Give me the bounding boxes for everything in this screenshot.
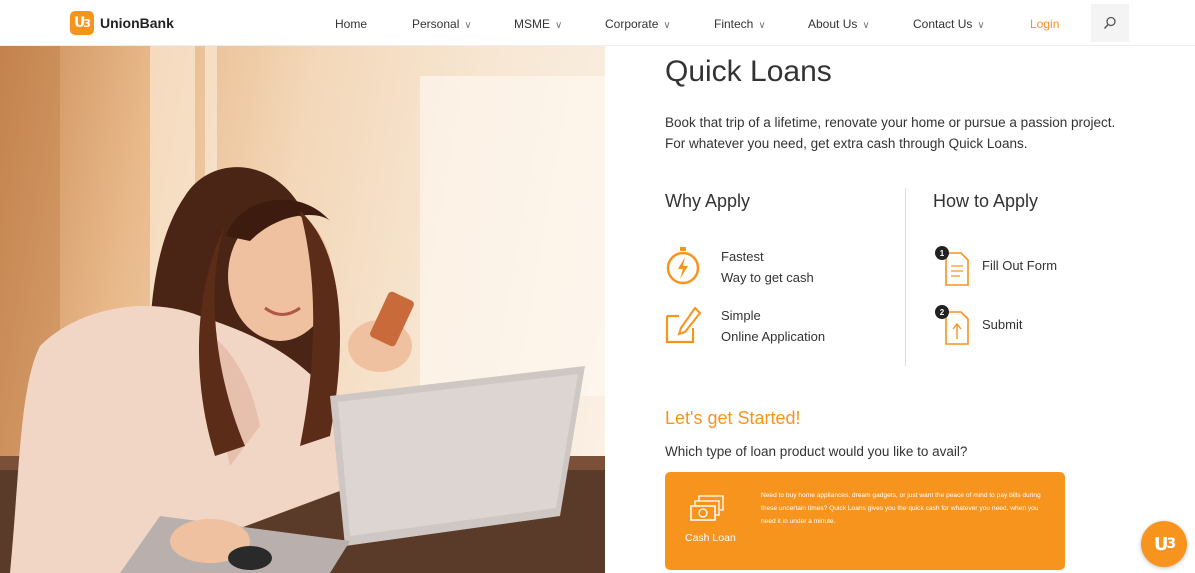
nav-personal-label: Personal (412, 17, 460, 31)
search-icon (1103, 16, 1116, 29)
how-to-apply-heading: How to Apply (933, 191, 1039, 211)
nav-contact[interactable]: Contact Us ∨ (913, 17, 985, 31)
login-link[interactable]: Login (1030, 17, 1059, 31)
nav-about[interactable]: About Us ∨ (808, 17, 870, 31)
nav-fintech-label: Fintech (714, 17, 754, 31)
chevron-down-icon: ∨ (758, 20, 766, 31)
nav-home[interactable]: Home (335, 17, 367, 31)
loan-type-question: Which type of loan product would you lik… (665, 444, 968, 459)
logo-mark: U3 (70, 11, 94, 35)
top-navigation: U3 UnionBank Home Personal ∨ MSME ∨ Corpor… (0, 0, 1195, 46)
feature-fastest: Fastest Way to get cash (721, 246, 814, 288)
chat-assistant-button[interactable]: U3 (1141, 521, 1187, 567)
chevron-down-icon: ∨ (663, 20, 671, 31)
pencil-note-icon (665, 306, 701, 344)
feature-simple-line2: Online Application (721, 329, 826, 344)
feature-fastest-line1: Fastest (721, 249, 764, 264)
stopwatch-bolt-icon (666, 247, 700, 285)
nav-about-label: About Us (808, 17, 858, 31)
chevron-down-icon: ∨ (862, 20, 870, 31)
chevron-down-icon: ∨ (555, 20, 563, 31)
feature-simple-line1: Simple (721, 308, 761, 323)
step-fill-out-form: Fill Out Form (982, 258, 1058, 273)
cash-stack-icon (690, 495, 724, 521)
nav-corporate-label: Corporate (605, 17, 659, 31)
unionbank-logo[interactable]: U3 UnionBank (70, 11, 174, 35)
hero-photo (0, 46, 605, 573)
nav-msme[interactable]: MSME ∨ (514, 17, 562, 31)
get-started-heading: Let's get Started! (665, 408, 801, 428)
chevron-down-icon: ∨ (977, 20, 985, 31)
nav-corporate[interactable]: Corporate ∨ (605, 17, 671, 31)
chat-assistant-icon: U (1153, 533, 1169, 555)
upload-document-icon (945, 311, 969, 345)
logo-text: UnionBank (100, 15, 174, 31)
cash-loan-description: Need to buy home appliances, dream gadge… (761, 492, 1041, 525)
page-title: Quick Loans (665, 55, 832, 88)
nav-fintech[interactable]: Fintech ∨ (714, 17, 766, 31)
nav-home-label: Home (335, 17, 368, 31)
page-intro: Book that trip of a lifetime, renovate y… (665, 115, 1116, 151)
feature-simple: Simple Online Application (721, 305, 825, 347)
chevron-down-icon: ∨ (464, 20, 472, 31)
document-icon (945, 252, 969, 286)
cash-loan-label: Cash Loan (685, 532, 736, 544)
step-badge-1: 1 (935, 246, 949, 260)
cash-loan-card[interactable]: Cash Loan Need to buy home appliances, d… (665, 472, 1065, 570)
column-divider (905, 188, 906, 366)
step-badge-2: 2 (935, 305, 949, 319)
search-button[interactable] (1091, 4, 1129, 42)
hero-illustration (0, 46, 605, 573)
nav-msme-label: MSME (514, 17, 550, 31)
nav-personal[interactable]: Personal ∨ (412, 17, 472, 31)
feature-fastest-line2: Way to get cash (721, 270, 814, 285)
step-submit: Submit (982, 317, 1023, 332)
nav-contact-label: Contact Us (913, 17, 973, 31)
why-apply-heading: Why Apply (665, 191, 751, 211)
